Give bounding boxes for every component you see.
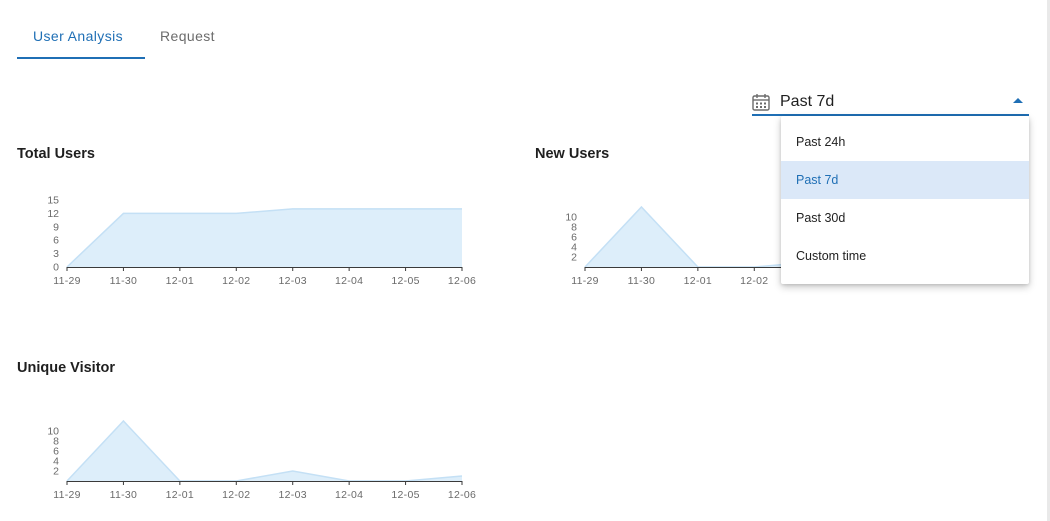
menu-item-past-24h[interactable]: Past 24h <box>781 123 1029 161</box>
x-tick-label: 12-02 <box>222 489 250 501</box>
x-tick-label: 12-05 <box>391 489 419 501</box>
x-tick-label: 11-29 <box>53 489 81 501</box>
area-fill <box>67 421 462 481</box>
menu-item-past-30d[interactable]: Past 30d <box>781 199 1029 237</box>
menu-item-past-7d[interactable]: Past 7d <box>781 161 1029 199</box>
y-tick-label: 10 <box>47 426 59 438</box>
x-tick-label: 11-30 <box>110 489 138 501</box>
x-tick-label: 12-04 <box>335 489 363 501</box>
date-range-menu: Past 24h Past 7d Past 30d Custom time <box>781 116 1029 284</box>
x-tick-label: 12-03 <box>279 489 307 501</box>
x-tick-label: 12-01 <box>166 489 194 501</box>
menu-item-custom-time[interactable]: Custom time <box>781 237 1029 275</box>
x-tick-label: 12-06 <box>448 489 476 501</box>
